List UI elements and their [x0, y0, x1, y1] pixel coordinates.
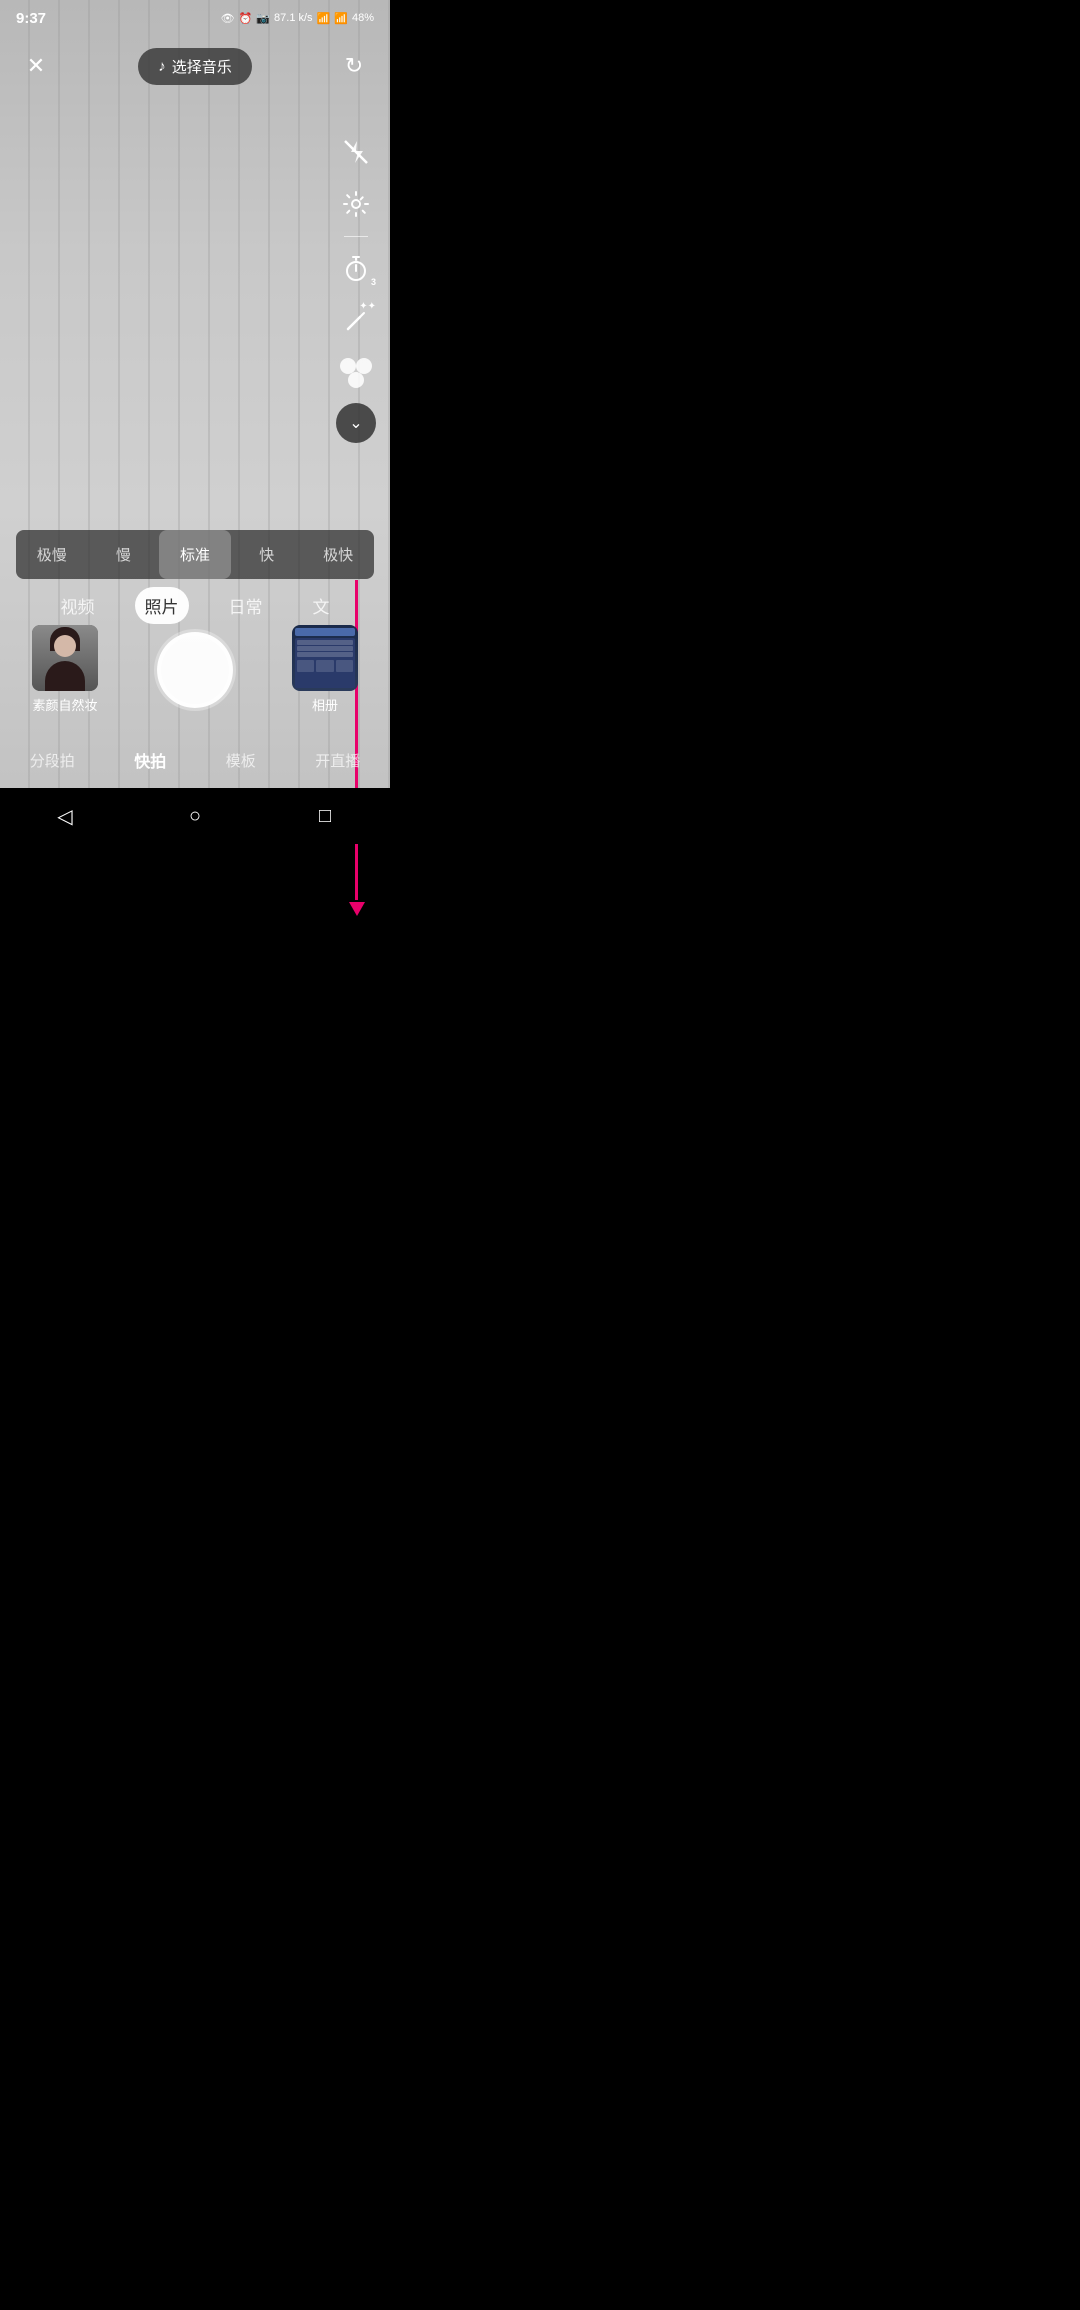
pink-arrow-icon	[349, 902, 365, 916]
top-bar: ✕ ♪ 选择音乐 ↻	[0, 36, 390, 96]
expand-button[interactable]: ⌄	[336, 403, 376, 443]
alarm-icon: ⏰	[239, 12, 253, 25]
settings-button[interactable]	[334, 182, 378, 226]
back-button[interactable]: ◁	[43, 794, 87, 838]
home-button[interactable]: ○	[173, 794, 217, 838]
recents-button[interactable]: □	[303, 794, 347, 838]
music-select-button[interactable]: ♪ 选择音乐	[138, 48, 252, 85]
speed-very-slow[interactable]: 极慢	[16, 530, 88, 579]
rotate-camera-button[interactable]: ↻	[334, 46, 374, 86]
flash-button[interactable]	[334, 130, 378, 174]
divider	[344, 236, 368, 237]
speed-slow[interactable]: 慢	[88, 530, 160, 579]
timer-button[interactable]: 3	[334, 247, 378, 291]
filter-gallery[interactable]: 素颜自然妆	[30, 625, 100, 714]
tab-daily[interactable]: 日常	[219, 587, 273, 624]
album-label: 相册	[312, 695, 338, 714]
nav-live[interactable]: 开直播	[305, 746, 370, 775]
battery: 48%	[352, 12, 374, 24]
gallery-label: 素颜自然妆	[32, 695, 97, 714]
speed-fast[interactable]: 快	[231, 530, 303, 579]
nav-template[interactable]: 模板	[216, 746, 266, 775]
tab-text[interactable]: 文	[303, 587, 340, 624]
system-nav-bar: ◁ ○ □	[0, 788, 390, 844]
network-speed: 87.1 k/s	[274, 12, 313, 24]
chevron-down-icon: ⌄	[349, 413, 362, 433]
wifi-icon: 📶	[317, 12, 331, 25]
speed-very-fast[interactable]: 极快	[302, 530, 374, 579]
status-bar: 9:37 👁 ⏰ 📷 87.1 k/s 📶 📶 48%	[0, 0, 390, 36]
album-thumbnail	[292, 625, 358, 691]
camera-viewfinder	[0, 0, 390, 844]
magic-wand-button[interactable]: ✦✦	[334, 299, 378, 343]
eye-icon: 👁	[221, 12, 235, 25]
timer-badge: 3	[371, 277, 376, 287]
beauty-button[interactable]	[334, 351, 378, 395]
shutter-button[interactable]	[157, 632, 233, 708]
camera-icon: 📷	[256, 12, 270, 25]
speed-selector: 极慢 慢 标准 快 极快	[16, 530, 374, 579]
tab-video[interactable]: 视频	[51, 587, 105, 624]
signal-icon: 📶	[334, 12, 348, 25]
album-button[interactable]: 相册	[290, 625, 360, 714]
bottom-nav: 分段拍 快拍 模板 开直播	[0, 736, 390, 784]
tab-photo[interactable]: 照片	[135, 587, 189, 624]
music-note-icon: ♪	[158, 58, 166, 75]
status-icons: 👁 ⏰ 📷 87.1 k/s 📶 📶 48%	[221, 12, 374, 25]
status-time: 9:37	[16, 10, 46, 27]
camera-controls: 素颜自然妆 相册	[0, 625, 390, 714]
music-label: 选择音乐	[172, 56, 232, 77]
gallery-thumbnail	[32, 625, 98, 691]
nav-quick-shoot[interactable]: 快拍	[124, 744, 176, 776]
speed-normal[interactable]: 标准	[159, 530, 231, 579]
viewfinder-lines	[0, 0, 390, 844]
nav-segmented-shoot[interactable]: 分段拍	[20, 746, 85, 775]
mode-tabs: 视频 照片 日常 文	[0, 587, 390, 624]
right-controls: 3 ✦✦ ⌄	[334, 130, 378, 443]
close-button[interactable]: ✕	[16, 46, 56, 86]
